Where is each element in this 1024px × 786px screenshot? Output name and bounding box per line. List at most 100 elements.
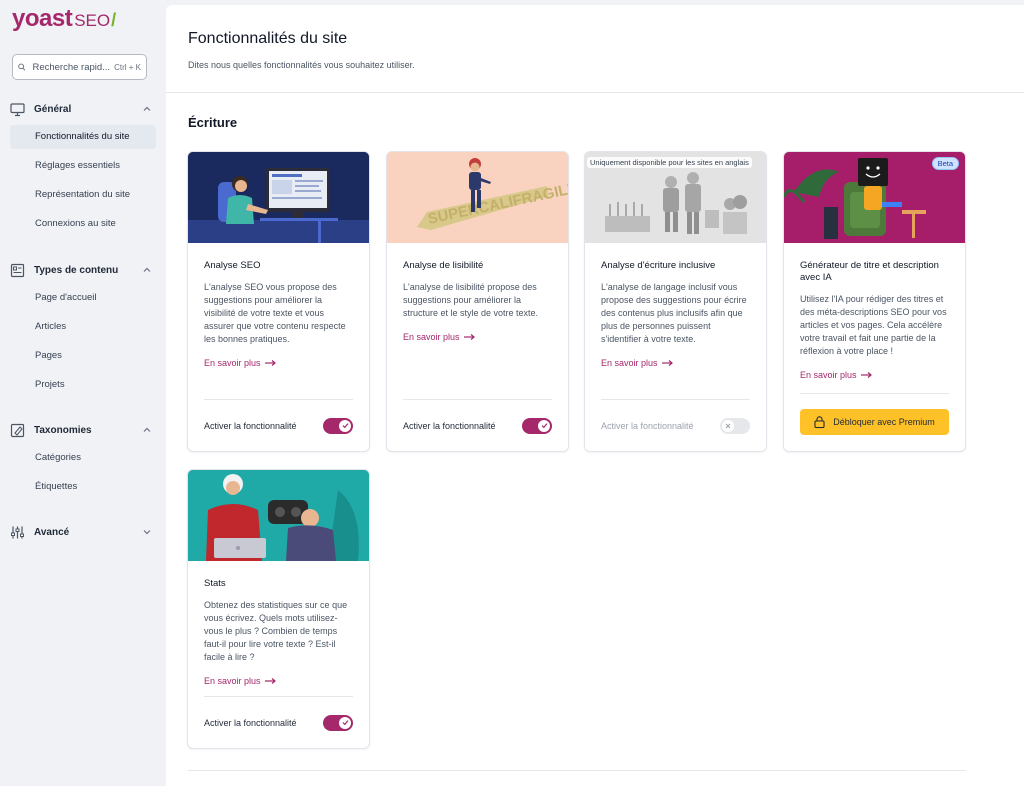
learn-more-link[interactable]: En savoir plus [204,676,276,686]
chevron-up-icon [143,106,151,111]
logo-product: SEO [74,11,111,30]
check-icon [541,423,547,429]
chevron-up-icon [143,267,151,272]
nav-group-content-types-items: Page d'accueil Articles Pages Projets [10,286,156,397]
sidebar-item-tags[interactable]: Étiquettes [10,475,156,499]
arrow-right-icon [661,360,673,366]
page-description: Dites nous quelles fonctionnalités vous … [188,60,415,70]
sidebar-item-site-connections[interactable]: Connexions au site [10,212,156,236]
card-title: Stats [204,578,226,589]
learn-more-label: En savoir plus [204,358,261,368]
toggle-knob [538,419,550,432]
quick-search-input[interactable]: Recherche rapid... Ctrl + K [12,54,147,80]
search-icon [18,63,26,71]
check-icon [342,423,348,429]
feature-toggle-inclusive-language[interactable] [720,417,750,434]
feature-toggle-label: Activer la fonctionnalité [204,717,297,728]
card-title: Analyse d'écriture inclusive [601,260,716,271]
sidebar-item-projects[interactable]: Projets [10,373,156,397]
card-body: Analyse SEO L'analyse SEO vous propose d… [188,243,369,371]
nav-group-taxonomies-toggle[interactable]: Taxonomies [10,420,156,440]
chevron-down-icon [143,530,151,535]
ai-generator-illustration: Beta [784,152,965,243]
feature-toggle-seo-analysis[interactable] [323,417,353,434]
card-title: Analyse de lisibilité [403,260,484,271]
nav-group-advanced: Avancé [10,522,156,542]
sidebar-item-essential-settings[interactable]: Réglages essentiels [10,154,156,178]
feature-toggle-label: Activer la fonctionnalité [204,420,297,431]
inclusive-language-illustration: Uniquement disponible pour les sites en … [585,152,766,243]
seo-analysis-illustration [188,152,369,243]
card-divider [800,393,949,394]
feature-toggle-readability[interactable] [522,417,552,434]
lock-icon [814,416,825,428]
feature-toggle-label: Activer la fonctionnalité [403,420,496,431]
desktop-icon [10,102,25,116]
feature-card-stats: Stats Obtenez des statistiques sur ce qu… [187,469,370,749]
sidebar-item-site-features[interactable]: Fonctionnalités du site [10,125,156,149]
tag-icon [10,423,25,437]
card-footer: Activer la fonctionnalité [204,696,353,748]
search-shortcut: Ctrl + K [114,62,141,72]
nav-group-general-items: Fonctionnalités du site Réglages essenti… [10,125,156,236]
arrow-right-icon [860,372,872,378]
main-content: Fonctionnalités du site Dites nous quell… [166,5,1024,786]
yoast-logo[interactable]: yoast SEO / [12,5,116,37]
arrow-right-icon [264,678,276,684]
feature-card-seo-analysis: Analyse SEO L'analyse SEO vous propose d… [187,151,370,452]
feature-card-readability: SUPERCALIFRAGILISTIC Analyse de lisibili… [386,151,569,452]
document-icon [10,263,25,277]
sidebar-item-homepage[interactable]: Page d'accueil [10,286,156,310]
nav-group-general-toggle[interactable]: Général [10,99,156,119]
toggle-knob [722,419,734,432]
sliders-icon [11,526,24,538]
card-body: Analyse d'écriture inclusive L'analyse d… [585,243,766,371]
nav-group-advanced-toggle[interactable]: Avancé [10,522,156,542]
beta-badge: Beta [931,157,959,170]
feature-toggle-label: Activer la fonctionnalité [601,420,694,431]
learn-more-label: En savoir plus [204,676,261,686]
english-only-badge: Uniquement disponible pour les sites en … [587,157,752,168]
card-description: Utilisez l'IA pour rédiger des titres et… [800,294,947,356]
learn-more-link[interactable]: En savoir plus [403,332,475,342]
close-icon [725,423,731,428]
card-body: Stats Obtenez des statistiques sur ce qu… [188,561,369,689]
chevron-up-icon [143,427,151,432]
nav-group-label: Taxonomies [34,424,92,436]
nav-group-label: Général [34,103,72,115]
card-body: Générateur de titre et description avec … [784,243,965,383]
learn-more-label: En savoir plus [403,332,460,342]
unlock-premium-button[interactable]: Débloquer avec Premium [800,409,949,435]
page-title: Fonctionnalités du site [188,30,348,47]
learn-more-link[interactable]: En savoir plus [204,358,276,368]
page-header: Fonctionnalités du site Dites nous quell… [166,5,1024,93]
readability-illustration: SUPERCALIFRAGILISTIC [387,152,568,243]
card-title: Générateur de titre et description avec … [800,260,939,283]
sidebar-item-categories[interactable]: Catégories [10,446,156,470]
learn-more-label: En savoir plus [601,358,658,368]
learn-more-link[interactable]: En savoir plus [601,358,673,368]
unlock-premium-label: Débloquer avec Premium [833,417,935,427]
sidebar-item-site-representation[interactable]: Représentation du site [10,183,156,207]
toggle-knob [339,419,351,432]
section-title-writing: Écriture [188,115,238,130]
card-description: L'analyse de lisibilité propose des sugg… [403,282,539,318]
nav-group-general: Général Fonctionnalités du site Réglages… [10,99,156,241]
card-description: L'analyse SEO vous propose des suggestio… [204,282,346,344]
card-footer: Activer la fonctionnalité [403,399,552,451]
sidebar-item-posts[interactable]: Articles [10,315,156,339]
feature-card-inclusive-language: Uniquement disponible pour les sites en … [584,151,767,452]
card-description: L'analyse de langage inclusif vous propo… [601,282,747,344]
sidebar-item-pages[interactable]: Pages [10,344,156,368]
nav-group-content-types-toggle[interactable]: Types de contenu [10,260,156,280]
logo-slash: / [111,10,117,30]
stats-illustration [188,470,369,561]
card-description: Obtenez des statistiques sur ce que vous… [204,600,348,662]
check-icon [342,720,348,726]
nav-group-label: Types de contenu [34,264,119,276]
search-placeholder: Recherche rapid... [32,61,111,73]
arrow-right-icon [463,334,475,340]
feature-toggle-stats[interactable] [323,714,353,731]
nav-group-taxonomies: Taxonomies Catégories Étiquettes [10,420,156,504]
learn-more-link[interactable]: En savoir plus [800,370,872,380]
